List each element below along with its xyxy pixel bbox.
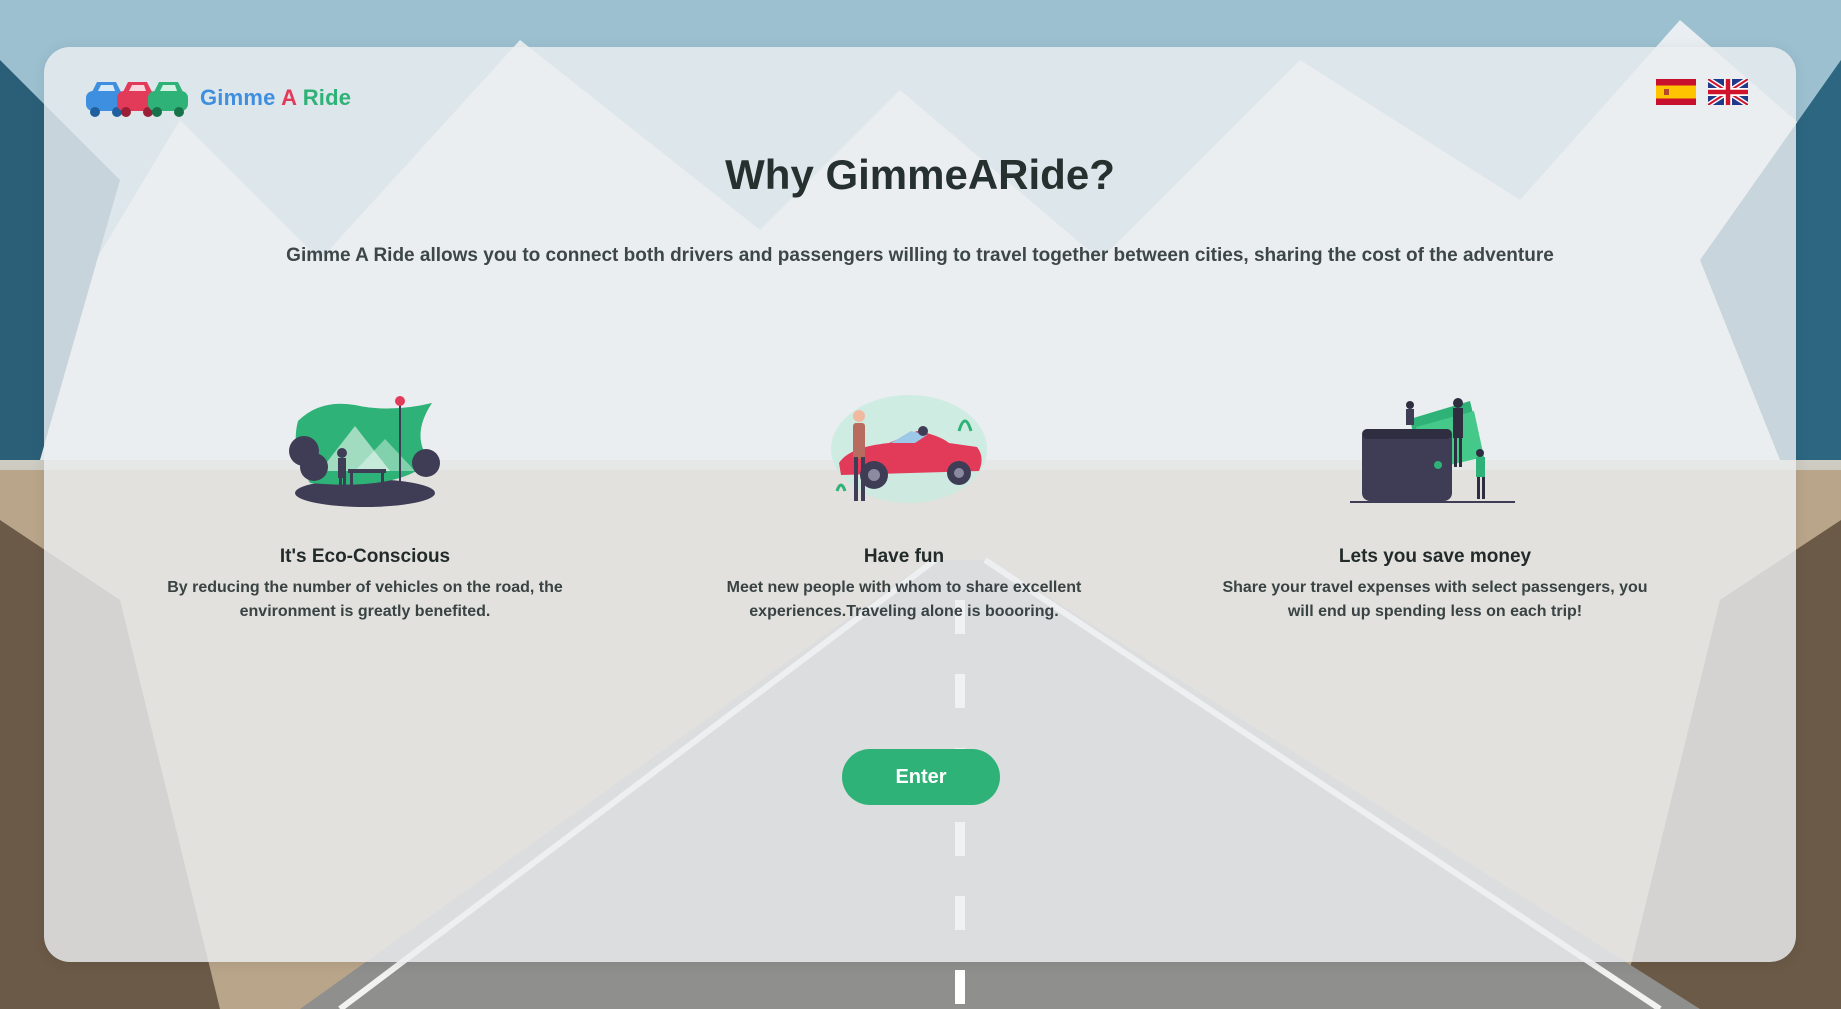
eco-park-illustration (140, 381, 590, 511)
app-logo[interactable]: Gimme A Ride (84, 77, 351, 119)
page-title: Why GimmeARide? (725, 151, 1115, 198)
feature-fun-text: Meet new people with whom to share excel… (726, 579, 1082, 620)
logo-word-a: A (281, 85, 297, 110)
feature-fun: Have fun Meet new people with whom to sh… (679, 381, 1129, 624)
cars-logo-icon (84, 77, 194, 119)
main-card: Gimme A Ride Why GimmeARide? Gimme A Rid… (44, 47, 1796, 962)
enter-button[interactable]: Enter (842, 749, 1000, 805)
feature-eco-text: By reducing the number of vehicles on th… (167, 579, 563, 620)
logo-word-gimme: Gimme (200, 85, 276, 110)
feature-save-money: Lets you save money Share your travel ex… (1210, 381, 1660, 624)
page-subtitle: Gimme A Ride allows you to connect both … (286, 245, 1554, 266)
spanish-flag-icon[interactable] (1656, 79, 1696, 105)
logo-wordmark: Gimme A Ride (200, 85, 351, 111)
logo-word-ride: Ride (302, 85, 352, 110)
feature-save-money-title: Lets you save money (1338, 546, 1532, 567)
wallet-money-illustration (1210, 381, 1660, 511)
feature-save-money-text: Share your travel expenses with select p… (1222, 579, 1648, 620)
feature-eco-title: It's Eco-Conscious (279, 546, 451, 567)
feature-fun-title: Have fun (863, 546, 945, 567)
convertible-car-illustration (679, 381, 1129, 511)
feature-eco: It's Eco-Conscious By reducing the numbe… (140, 381, 590, 624)
uk-flag-icon[interactable] (1708, 79, 1748, 105)
language-switcher (1656, 79, 1748, 105)
